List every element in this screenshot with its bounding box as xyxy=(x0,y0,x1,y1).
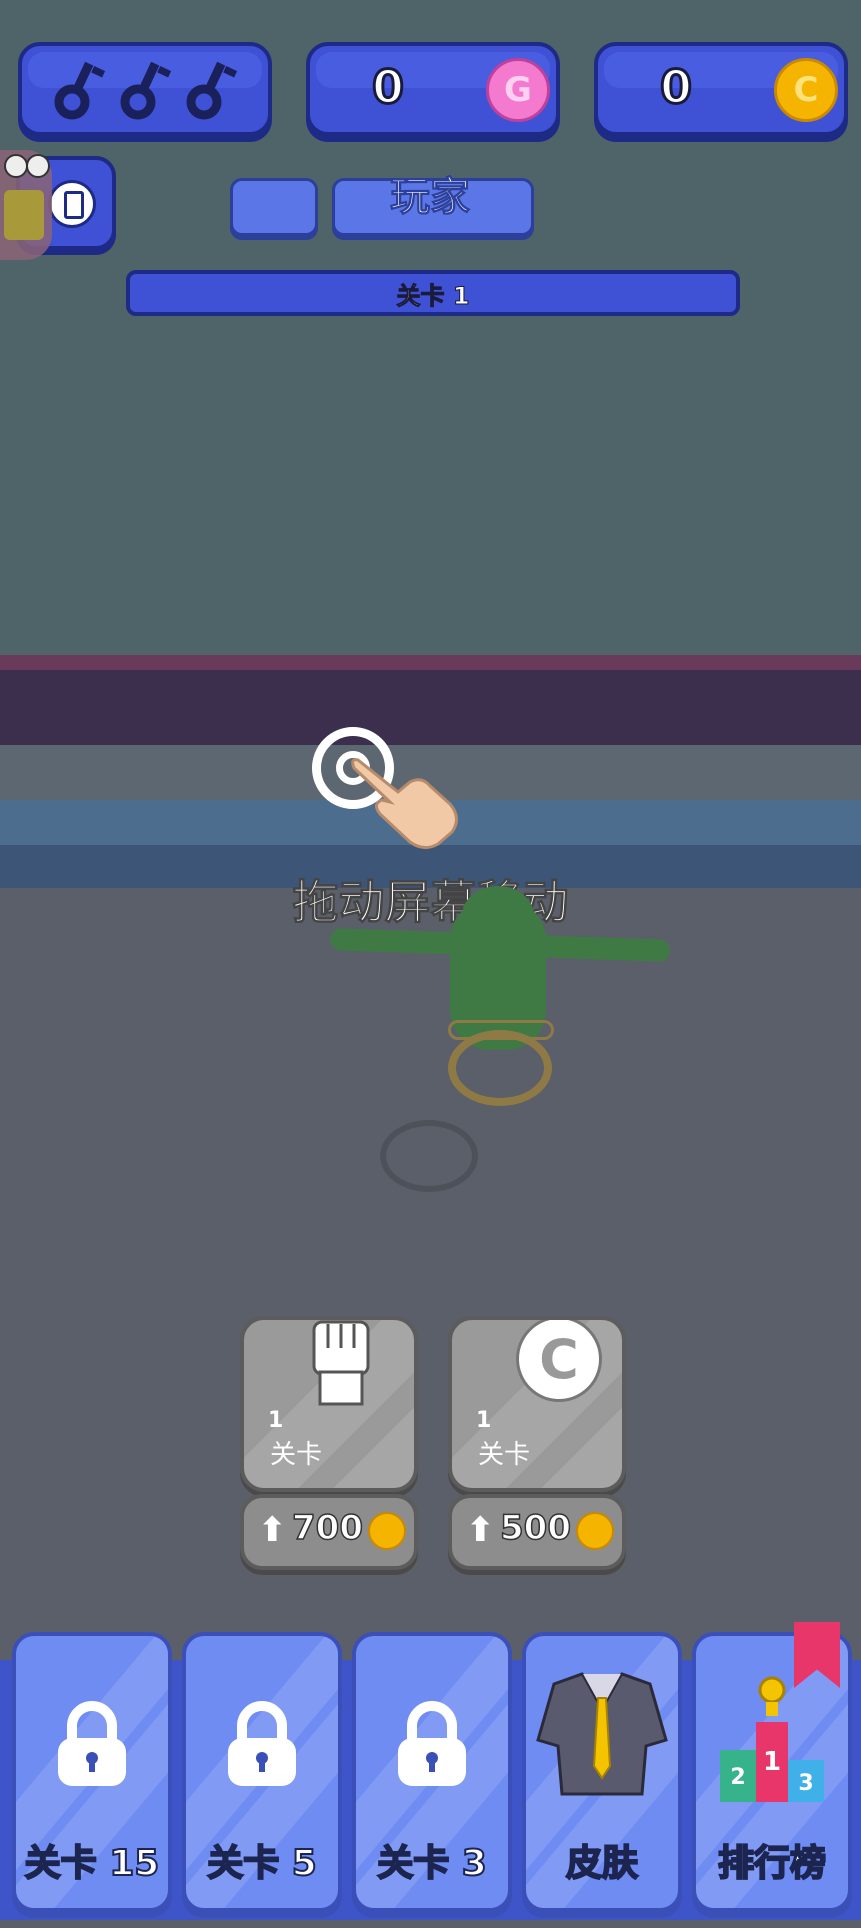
upgrade-price-button-power[interactable]: ⬆ 700 xyxy=(240,1494,418,1570)
svg-text:3: 3 xyxy=(798,1771,813,1796)
lock-icon xyxy=(58,1701,126,1786)
upgrade-level: 1 xyxy=(268,1408,284,1433)
upgrade-price: 700 xyxy=(291,1507,363,1549)
nav-label: 关卡 5 xyxy=(206,1842,318,1885)
coins-panel[interactable]: 0 C xyxy=(594,42,848,136)
arrow-up-icon: ⬆ xyxy=(258,1510,287,1550)
avatar-slot-button[interactable] xyxy=(230,178,318,236)
lock-icon xyxy=(228,1701,296,1786)
nav-label: 排行榜 xyxy=(717,1842,827,1885)
coin-icon: C xyxy=(516,1320,602,1402)
dark-wall xyxy=(0,670,861,750)
gem-icon: G xyxy=(486,58,550,122)
arrow-up-icon: ⬆ xyxy=(466,1510,495,1550)
nav-label: 关卡 15 xyxy=(24,1842,161,1885)
player-character xyxy=(329,880,671,1106)
gems-panel[interactable]: 0 G xyxy=(306,42,560,136)
svg-text:2: 2 xyxy=(730,1765,745,1790)
upgrade-card-power[interactable]: 1 关卡 xyxy=(240,1316,418,1492)
nav-label: 皮肤 xyxy=(565,1842,639,1885)
upgrade-label: 关卡 xyxy=(270,1440,323,1470)
level-label: 关卡 1 xyxy=(396,282,470,311)
nav-level-5[interactable]: 关卡 5 xyxy=(182,1632,342,1912)
coin-icon: C xyxy=(774,58,838,122)
coin-icon xyxy=(576,1512,614,1550)
pointing-hand-icon xyxy=(351,758,458,849)
fist-icon xyxy=(312,1320,370,1406)
nav-skins[interactable]: 皮肤 xyxy=(522,1632,682,1912)
character-shadow xyxy=(380,1120,478,1192)
podium-icon: 1 2 3 xyxy=(720,1676,824,1802)
nav-level-3[interactable]: 关卡 3 xyxy=(352,1632,512,1912)
phone-icon xyxy=(48,180,96,228)
upgrade-label: 关卡 xyxy=(478,1440,531,1470)
svg-text:1: 1 xyxy=(763,1747,781,1777)
key-icon xyxy=(186,61,238,120)
keys-panel xyxy=(18,42,272,136)
lock-icon xyxy=(398,1701,466,1786)
nav-label: 关卡 3 xyxy=(376,1842,488,1885)
upgrade-level: 1 xyxy=(476,1408,492,1433)
gems-count: 0 xyxy=(370,59,405,116)
player-name: 玩家 xyxy=(390,174,471,221)
coins-count: 0 xyxy=(658,59,693,116)
upgrade-card-income[interactable]: C 1 关卡 xyxy=(448,1316,626,1492)
upgrade-price: 500 xyxy=(499,1507,571,1549)
shirt-icon xyxy=(536,1672,668,1796)
key-icon xyxy=(54,61,106,120)
coin-icon xyxy=(368,1512,406,1550)
key-icon xyxy=(120,61,172,120)
upgrade-price-button-income[interactable]: ⬆ 500 xyxy=(448,1494,626,1570)
level-progress-bar: 关卡 1 xyxy=(126,270,740,316)
nav-level-15[interactable]: 关卡 15 xyxy=(12,1632,172,1912)
owl-avatar-icon xyxy=(0,150,52,260)
